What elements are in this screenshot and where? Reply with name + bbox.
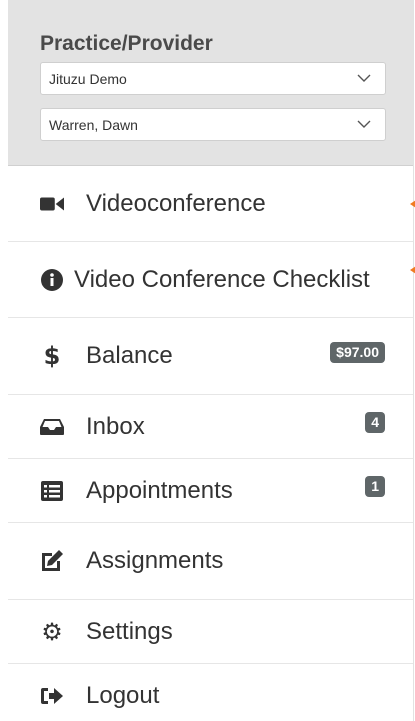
nav-item-assignments[interactable]: Assignments [8,523,413,600]
nav-label-videoconference: Videoconference [86,189,266,217]
pointer-arrow-icon [410,262,415,278]
practice-select[interactable]: Jituzu Demo [40,62,386,95]
provider-select-value: Warren, Dawn [49,117,138,133]
nav-item-video-conference-checklist[interactable]: Video Conference Checklist [8,242,415,318]
nav-item-inbox[interactable]: Inbox 4 [8,395,413,459]
sidebar: Practice/Provider Jituzu Demo Warren, Da… [8,0,415,721]
nav-label-assignments: Assignments [86,547,224,574]
app-frame: Practice/Provider Jituzu Demo Warren, Da… [0,0,415,721]
practice-select-value: Jituzu Demo [49,71,127,87]
info-circle-icon [40,268,64,292]
inbox-badge: 4 [365,412,385,433]
list-icon [40,479,64,503]
nav-label-settings: Settings [86,617,173,645]
gear-icon: ⚙ [41,617,63,646]
nav-item-settings[interactable]: ⚙ Settings [8,600,413,664]
nav-label-logout: Logout [86,682,160,709]
balance-badge: $97.00 [330,342,385,363]
nav-item-appointments[interactable]: Appointments 1 [8,459,413,523]
chevron-down-icon [357,74,371,82]
provider-title: Practice/Provider [40,32,213,55]
provider-panel: Practice/Provider Jituzu Demo Warren, Da… [8,0,413,166]
pointer-arrow-icon [410,196,415,212]
nav-item-videoconference[interactable]: Videoconference [8,166,415,242]
nav-item-balance[interactable]: $ Balance $97.00 [8,318,413,395]
provider-select[interactable]: Warren, Dawn [40,108,386,141]
dollar-icon: $ [43,342,61,370]
inbox-tray-icon [40,415,64,439]
nav-item-logout[interactable]: Logout [8,664,413,721]
video-camera-icon [40,192,64,216]
appointments-badge: 1 [365,476,385,497]
nav-label-inbox: Inbox [86,412,145,440]
sign-out-icon [40,684,64,708]
chevron-down-icon [357,120,371,128]
nav-label-video-conference-checklist: Video Conference Checklist [74,265,370,293]
nav-label-balance: Balance [86,342,173,369]
edit-icon [40,549,64,573]
nav-label-appointments: Appointments [86,476,233,504]
